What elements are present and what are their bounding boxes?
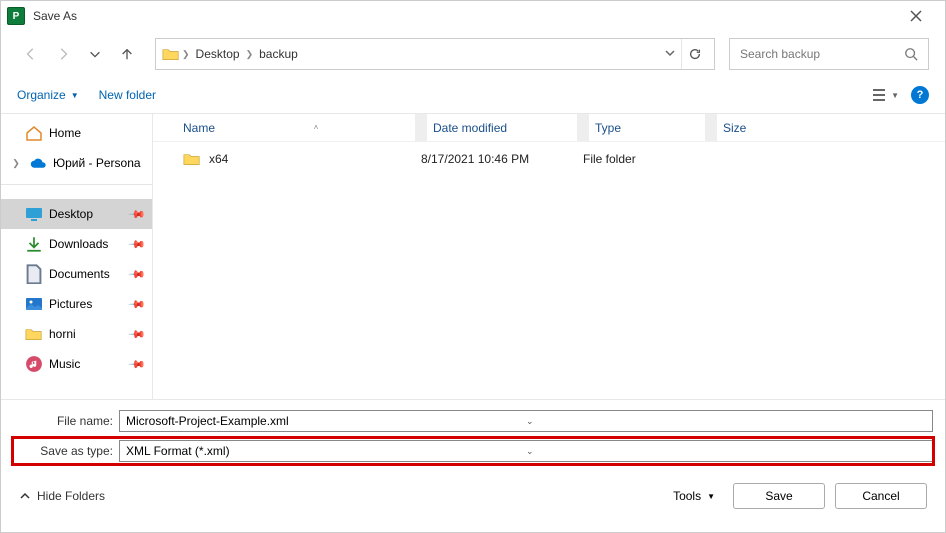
up-button[interactable] — [113, 40, 141, 68]
file-row[interactable]: x64 8/17/2021 10:46 PM File folder — [153, 142, 945, 176]
recent-locations-button[interactable] — [81, 40, 109, 68]
pin-icon: 📌 — [128, 325, 147, 344]
tools-menu[interactable]: Tools ▼ — [673, 489, 723, 503]
column-header-date[interactable]: Date modified — [427, 121, 577, 135]
sort-indicator-icon: ˄ — [223, 123, 409, 132]
file-type: File folder — [577, 152, 693, 166]
search-placeholder: Search backup — [740, 47, 904, 61]
chevron-down-icon[interactable]: ⌄ — [526, 446, 926, 457]
chevron-down-icon: ▼ — [707, 492, 715, 501]
chevron-down-icon: ▼ — [71, 91, 79, 100]
view-options-button[interactable]: ▼ — [871, 88, 899, 102]
organize-menu[interactable]: Organize ▼ — [17, 88, 79, 102]
file-date: 8/17/2021 10:46 PM — [415, 152, 565, 166]
filename-label: File name: — [13, 414, 119, 428]
pin-icon: 📌 — [128, 235, 147, 254]
column-header-type[interactable]: Type — [589, 121, 705, 135]
help-button[interactable]: ? — [911, 86, 929, 104]
app-icon: P — [7, 7, 25, 25]
search-input[interactable]: Search backup — [729, 38, 929, 70]
pictures-icon — [25, 296, 43, 312]
breadcrumb-backup[interactable]: backup — [255, 39, 302, 69]
chevron-right-icon[interactable]: ❯ — [9, 158, 23, 169]
savetype-label: Save as type: — [13, 444, 119, 458]
back-button[interactable] — [17, 40, 45, 68]
pin-icon: 📌 — [128, 205, 147, 224]
sidebar-item-horni[interactable]: horni 📌 — [1, 319, 152, 349]
cloud-icon — [29, 155, 47, 171]
sidebar-item-music[interactable]: Music 📌 — [1, 349, 152, 379]
folder-icon — [25, 326, 43, 342]
sidebar-item-desktop[interactable]: Desktop 📌 — [1, 199, 152, 229]
folder-icon — [183, 151, 201, 167]
file-name: x64 — [209, 152, 228, 166]
pin-icon: 📌 — [128, 355, 147, 374]
breadcrumb-desktop[interactable]: Desktop — [192, 39, 244, 69]
savetype-select[interactable]: XML Format (*.xml) ⌄ — [119, 440, 933, 462]
chevron-down-icon[interactable]: ⌄ — [526, 416, 926, 427]
sidebar-item-onedrive[interactable]: ❯ Юрий - Persona — [1, 148, 152, 178]
save-as-type-row: Save as type: XML Format (*.xml) ⌄ — [13, 438, 933, 464]
chevron-down-icon: ▼ — [891, 91, 899, 100]
chevron-up-icon — [19, 490, 31, 502]
music-icon — [25, 356, 43, 372]
sidebar-item-downloads[interactable]: Downloads 📌 — [1, 229, 152, 259]
chevron-right-icon[interactable]: ❯ — [180, 49, 192, 60]
address-dropdown[interactable] — [659, 47, 681, 61]
cancel-button[interactable]: Cancel — [835, 483, 927, 509]
navigation-pane: Home ❯ Юрий - Persona Desktop 📌 Download… — [1, 114, 153, 399]
chevron-right-icon[interactable]: ❯ — [244, 49, 256, 60]
new-folder-button[interactable]: New folder — [99, 88, 156, 102]
address-bar[interactable]: ❯ Desktop ❯ backup — [155, 38, 715, 70]
desktop-icon — [25, 206, 43, 222]
document-icon — [25, 266, 43, 282]
sidebar-item-home[interactable]: Home — [1, 118, 152, 148]
search-icon — [904, 47, 918, 61]
window-title: Save As — [33, 9, 77, 23]
pin-icon: 📌 — [128, 295, 147, 314]
forward-button[interactable] — [49, 40, 77, 68]
filename-input[interactable]: Microsoft-Project-Example.xml ⌄ — [119, 410, 933, 432]
download-icon — [25, 236, 43, 252]
sidebar-item-documents[interactable]: Documents 📌 — [1, 259, 152, 289]
pin-icon: 📌 — [128, 265, 147, 284]
sidebar-item-pictures[interactable]: Pictures 📌 — [1, 289, 152, 319]
column-header-name[interactable]: Name˄ — [177, 121, 415, 135]
separator — [1, 184, 152, 185]
close-button[interactable] — [893, 1, 939, 31]
refresh-button[interactable] — [681, 39, 708, 69]
file-list: Name˄ Date modified Type Size x64 8/17/2… — [153, 114, 945, 399]
folder-icon — [162, 46, 180, 62]
save-button[interactable]: Save — [733, 483, 825, 509]
home-icon — [25, 125, 43, 141]
column-header-size[interactable]: Size — [717, 121, 807, 135]
hide-folders-button[interactable]: Hide Folders — [19, 489, 105, 503]
